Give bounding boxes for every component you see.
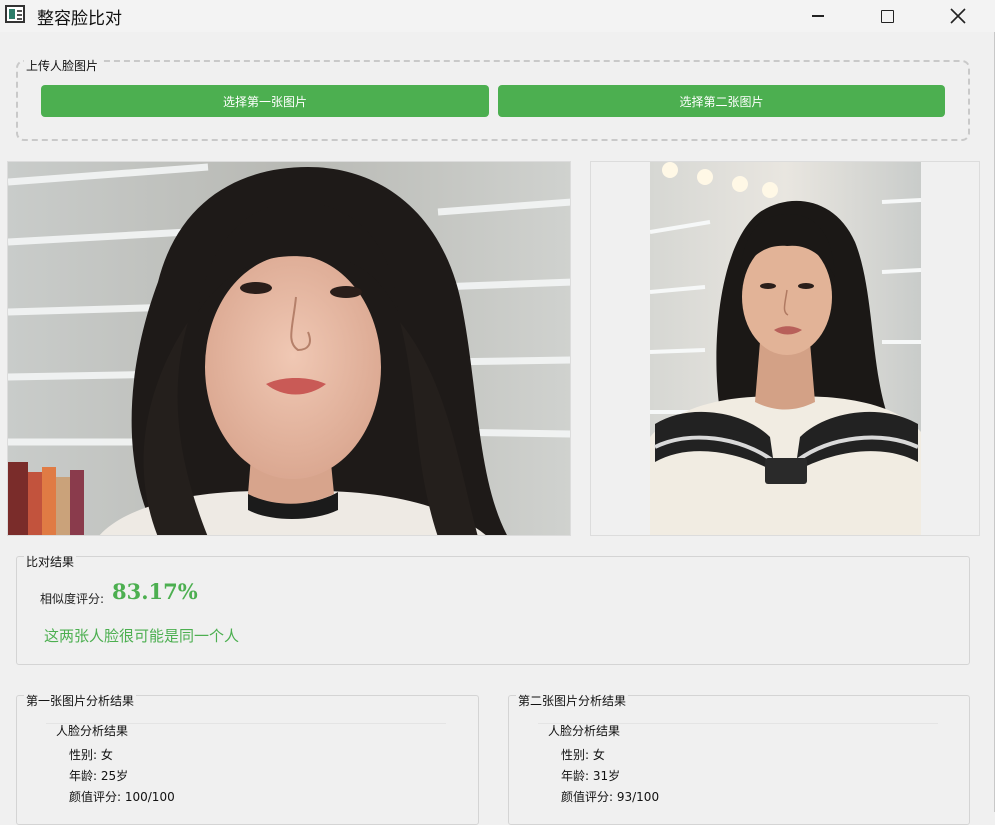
first-face-photo [8, 162, 570, 535]
comparison-result-title: 比对结果 [24, 555, 77, 569]
window-title: 整容脸比对 [37, 9, 122, 29]
first-image-panel [7, 161, 571, 536]
first-age: 年龄: 25岁 [69, 769, 129, 783]
app-window: 整容脸比对 上传人脸图片 选择第一张图片 选择第二张图片 比对结果 相似度评分:… [0, 0, 995, 825]
similarity-score-value: 83.17% [112, 579, 198, 604]
title-bar[interactable]: 整容脸比对 [0, 0, 995, 32]
second-face-photo [650, 162, 921, 535]
comparison-verdict: 这两张人脸很可能是同一个人 [44, 627, 240, 645]
minimize-icon [812, 15, 824, 17]
first-gender: 性别: 女 [69, 748, 113, 762]
second-age: 年龄: 31岁 [561, 769, 621, 783]
select-first-image-button[interactable]: 选择第一张图片 [41, 85, 489, 117]
second-image-analysis-title: 第二张图片分析结果 [516, 694, 629, 708]
first-image-analysis-title: 第一张图片分析结果 [24, 694, 137, 708]
first-beauty-score: 颜值评分: 100/100 [69, 790, 175, 804]
comparison-result-group [16, 556, 970, 665]
second-face-analysis-title: 人脸分析结果 [548, 724, 621, 738]
maximize-icon [880, 9, 894, 23]
close-icon [950, 8, 966, 24]
first-face-analysis-title: 人脸分析结果 [56, 724, 129, 738]
close-button[interactable] [935, 0, 981, 32]
upload-group-title: 上传人脸图片 [24, 59, 101, 73]
app-icon [5, 5, 25, 23]
similarity-score-label: 相似度评分: [40, 592, 105, 606]
minimize-button[interactable] [795, 0, 841, 32]
second-image-panel [590, 161, 980, 536]
second-beauty-score: 颜值评分: 93/100 [561, 790, 660, 804]
maximize-button[interactable] [864, 0, 910, 32]
second-gender: 性别: 女 [561, 748, 605, 762]
select-second-image-button[interactable]: 选择第二张图片 [498, 85, 945, 117]
